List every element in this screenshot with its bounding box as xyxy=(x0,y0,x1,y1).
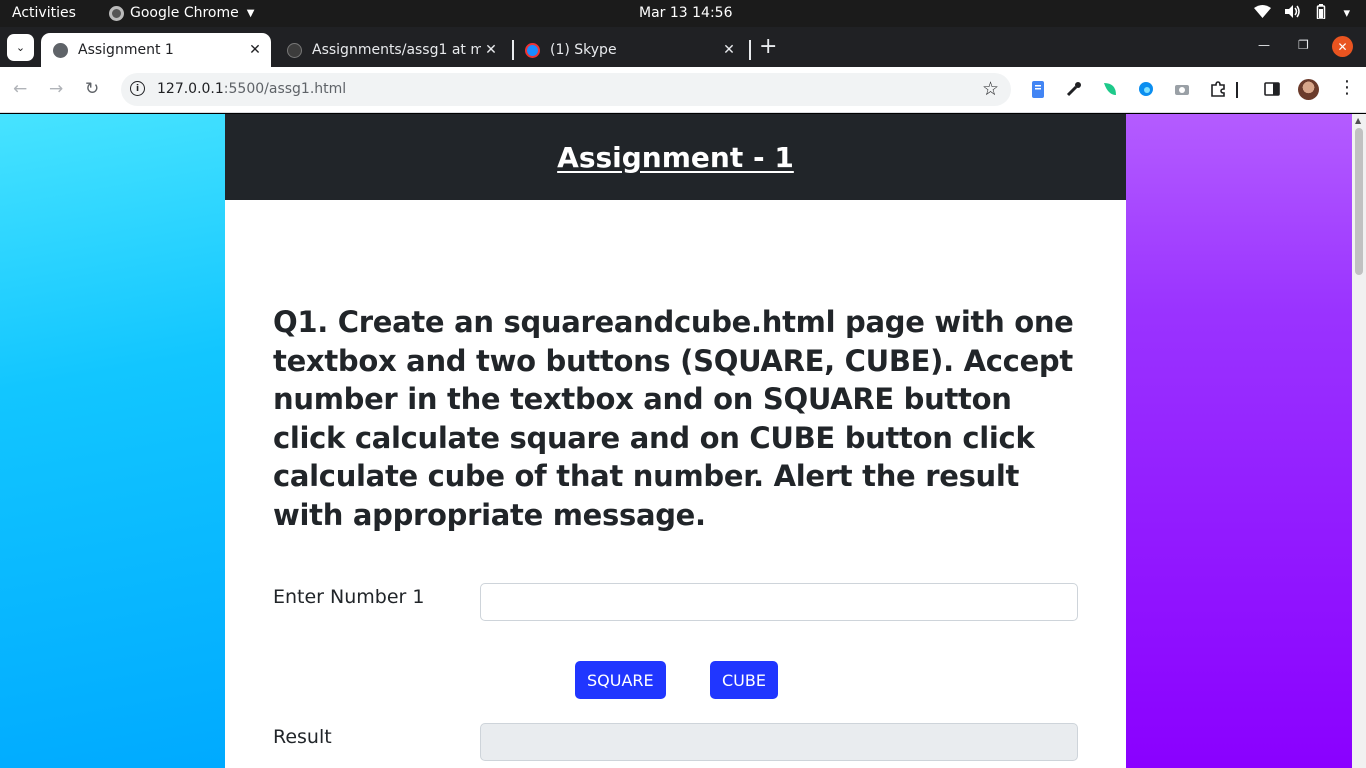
chrome-icon xyxy=(109,5,124,21)
system-top-bar: Activities Google Chrome ▼ Mar 13 14:56 … xyxy=(0,0,1366,27)
question-text: Q1. Create an squareandcube.html page wi… xyxy=(273,305,1074,532)
page-title: Assignment - 1 xyxy=(557,140,794,174)
tab-search-button[interactable]: ⌄ xyxy=(7,34,34,61)
app-name-label: Google Chrome xyxy=(130,5,239,21)
tab-title: Assignments/assg1 at m xyxy=(312,42,481,58)
browser-toolbar: ← → ↻ i 127.0.0.1:5500/assg1.html ☆ ⋮ xyxy=(0,67,1366,113)
page-scrollbar[interactable]: ▲ xyxy=(1352,114,1366,768)
reload-icon[interactable]: ↻ xyxy=(85,79,99,99)
page-viewport: Assignment - 1 Q1. Create an squareandcu… xyxy=(0,114,1366,768)
eyedropper-extension-icon[interactable] xyxy=(1065,80,1083,98)
address-bar[interactable]: i 127.0.0.1:5500/assg1.html ☆ xyxy=(121,73,1011,106)
right-gradient-background xyxy=(1126,114,1352,768)
url-path: :5500/assg1.html xyxy=(223,81,347,97)
globe-icon xyxy=(53,42,68,58)
skype-icon xyxy=(525,42,540,58)
tab-skype[interactable]: (1) Skype ✕ xyxy=(513,33,745,67)
number-label: Enter Number 1 xyxy=(273,586,425,608)
clock[interactable]: Mar 13 14:56 xyxy=(639,5,732,21)
tab-title: (1) Skype xyxy=(550,42,617,58)
close-tab-icon[interactable]: ✕ xyxy=(481,42,501,58)
kebab-menu-icon[interactable]: ⋮ xyxy=(1338,77,1356,98)
scroll-up-arrow-icon[interactable]: ▲ xyxy=(1355,116,1361,125)
tab-title: Assignment 1 xyxy=(78,42,174,58)
tab-strip: ⌄ Assignment 1 ✕ Assignments/assg1 at m … xyxy=(0,27,1366,67)
camera-extension-icon[interactable] xyxy=(1173,80,1191,98)
result-label: Result xyxy=(273,726,332,748)
tab-assignment-1[interactable]: Assignment 1 ✕ xyxy=(41,33,271,67)
bookmark-star-icon[interactable]: ☆ xyxy=(982,78,999,100)
toolbar-divider xyxy=(1236,82,1238,98)
left-gradient-background xyxy=(0,114,225,768)
system-tray[interactable]: ▾ xyxy=(1254,4,1350,23)
url-host: 127.0.0.1 xyxy=(157,81,224,97)
tab-github-assignments[interactable]: Assignments/assg1 at m ✕ xyxy=(275,33,507,67)
scrollbar-thumb[interactable] xyxy=(1355,128,1363,275)
url-text[interactable]: 127.0.0.1:5500/assg1.html xyxy=(157,81,346,97)
github-icon xyxy=(287,42,302,58)
extensions-puzzle-icon[interactable] xyxy=(1209,80,1227,98)
profile-avatar[interactable] xyxy=(1298,79,1319,100)
cube-button[interactable]: CUBE xyxy=(710,661,778,699)
tab-separator xyxy=(749,40,751,60)
back-arrow-icon[interactable]: ← xyxy=(13,79,27,99)
square-button[interactable]: SQUARE xyxy=(575,661,666,699)
battery-icon xyxy=(1315,4,1329,23)
app-menu[interactable]: Google Chrome ▼ xyxy=(109,5,254,21)
maximize-icon[interactable]: ❐ xyxy=(1298,38,1309,52)
close-tab-icon[interactable]: ✕ xyxy=(245,42,265,58)
activities-button[interactable]: Activities xyxy=(12,5,76,21)
new-tab-button[interactable]: + xyxy=(759,34,777,60)
site-info-icon[interactable]: i xyxy=(130,81,145,96)
power-menu-caret-icon: ▾ xyxy=(1343,6,1350,21)
google-docs-extension-icon[interactable] xyxy=(1029,80,1047,98)
result-output xyxy=(480,723,1078,761)
page-header: Assignment - 1 xyxy=(225,114,1126,200)
caret-down-icon: ▼ xyxy=(246,7,255,19)
assignment-container: Assignment - 1 Q1. Create an squareandcu… xyxy=(225,114,1126,768)
edge-extension-icon[interactable] xyxy=(1137,80,1155,98)
leaf-extension-icon[interactable] xyxy=(1101,80,1119,98)
volume-icon xyxy=(1285,5,1301,22)
number-input[interactable] xyxy=(480,583,1078,621)
forward-arrow-icon[interactable]: → xyxy=(49,79,63,99)
close-tab-icon[interactable]: ✕ xyxy=(719,42,739,58)
minimize-icon[interactable]: — xyxy=(1258,38,1270,52)
wifi-icon xyxy=(1254,5,1272,22)
side-panel-icon[interactable] xyxy=(1263,80,1281,98)
close-window-icon[interactable]: ✕ xyxy=(1332,36,1353,57)
